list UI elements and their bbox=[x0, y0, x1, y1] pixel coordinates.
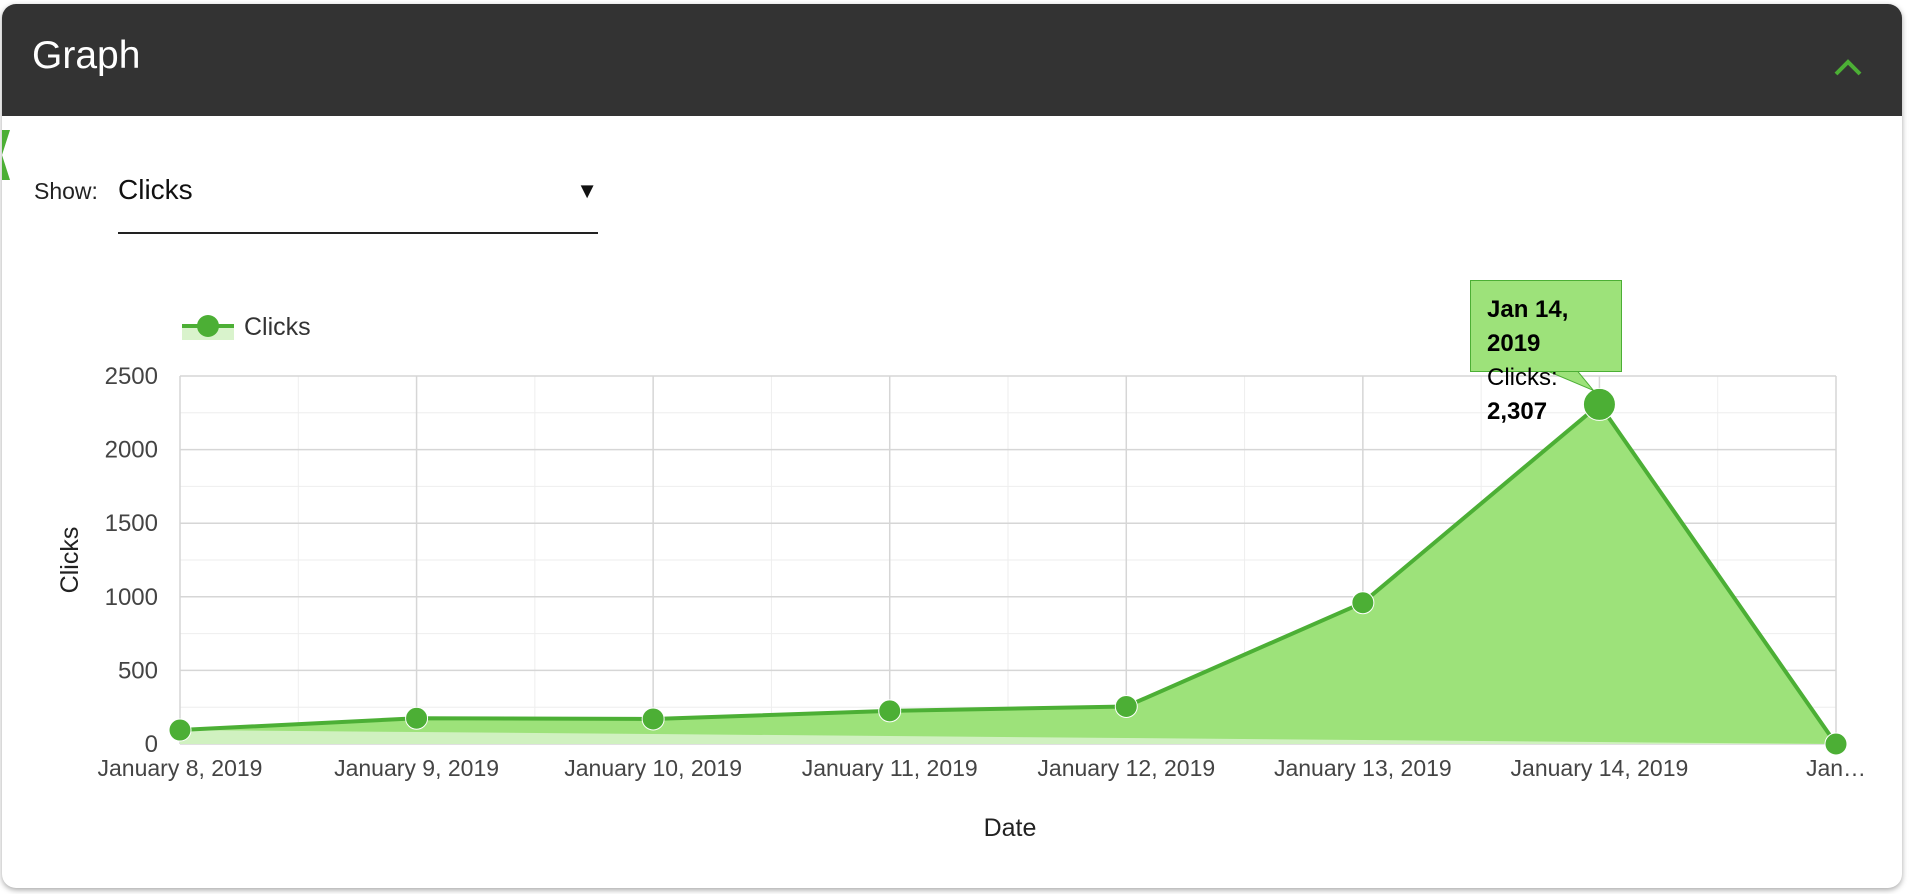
x-tick-label: January 13, 2019 bbox=[1274, 755, 1452, 781]
data-point bbox=[168, 718, 192, 742]
tooltip-date: Jan 14, 2019 bbox=[1487, 296, 1569, 357]
data-point bbox=[1114, 694, 1138, 718]
x-axis-title: Date bbox=[984, 814, 1037, 842]
y-tick-label: 1500 bbox=[105, 510, 158, 537]
x-tick-label: January 10, 2019 bbox=[564, 755, 742, 781]
area-chart: 0 500 1000 1500 2000 2500 January 8, 2019 Janua… bbox=[56, 313, 1866, 842]
y-tick-label: 2000 bbox=[105, 437, 158, 464]
x-tick-label: January 8, 2019 bbox=[98, 755, 263, 781]
y-tick-label: 2500 bbox=[105, 363, 158, 390]
legend-swatch-marker bbox=[197, 315, 219, 337]
tooltip-line: Clicks: 2,307 bbox=[1487, 361, 1621, 429]
chart-tooltip: Jan 14, 2019 Clicks: 2,307 bbox=[1470, 280, 1622, 425]
legend-label: Clicks bbox=[244, 313, 311, 341]
y-axis-title: Clicks bbox=[56, 527, 84, 594]
x-tick-label: January 9, 2019 bbox=[334, 755, 499, 781]
graph-card: Graph Show: Clicks ▼ 0 500 1000 1500 2000 250… bbox=[2, 4, 1902, 888]
x-tick-label: Jan… bbox=[1806, 755, 1866, 781]
tooltip-value: 2,307 bbox=[1487, 398, 1548, 425]
data-point bbox=[878, 699, 902, 723]
x-tick-label: January 14, 2019 bbox=[1511, 755, 1689, 781]
data-point bbox=[1824, 732, 1848, 756]
y-tick-label: 0 bbox=[145, 731, 158, 758]
data-point bbox=[405, 706, 429, 730]
tooltip-series-label: Clicks: bbox=[1487, 364, 1558, 391]
y-tick-label: 500 bbox=[118, 657, 158, 684]
x-tick-label: January 12, 2019 bbox=[1037, 755, 1215, 781]
x-tick-label: January 11, 2019 bbox=[802, 755, 978, 781]
data-point bbox=[1351, 591, 1375, 615]
y-tick-label: 1000 bbox=[105, 584, 158, 611]
data-point bbox=[641, 707, 665, 731]
